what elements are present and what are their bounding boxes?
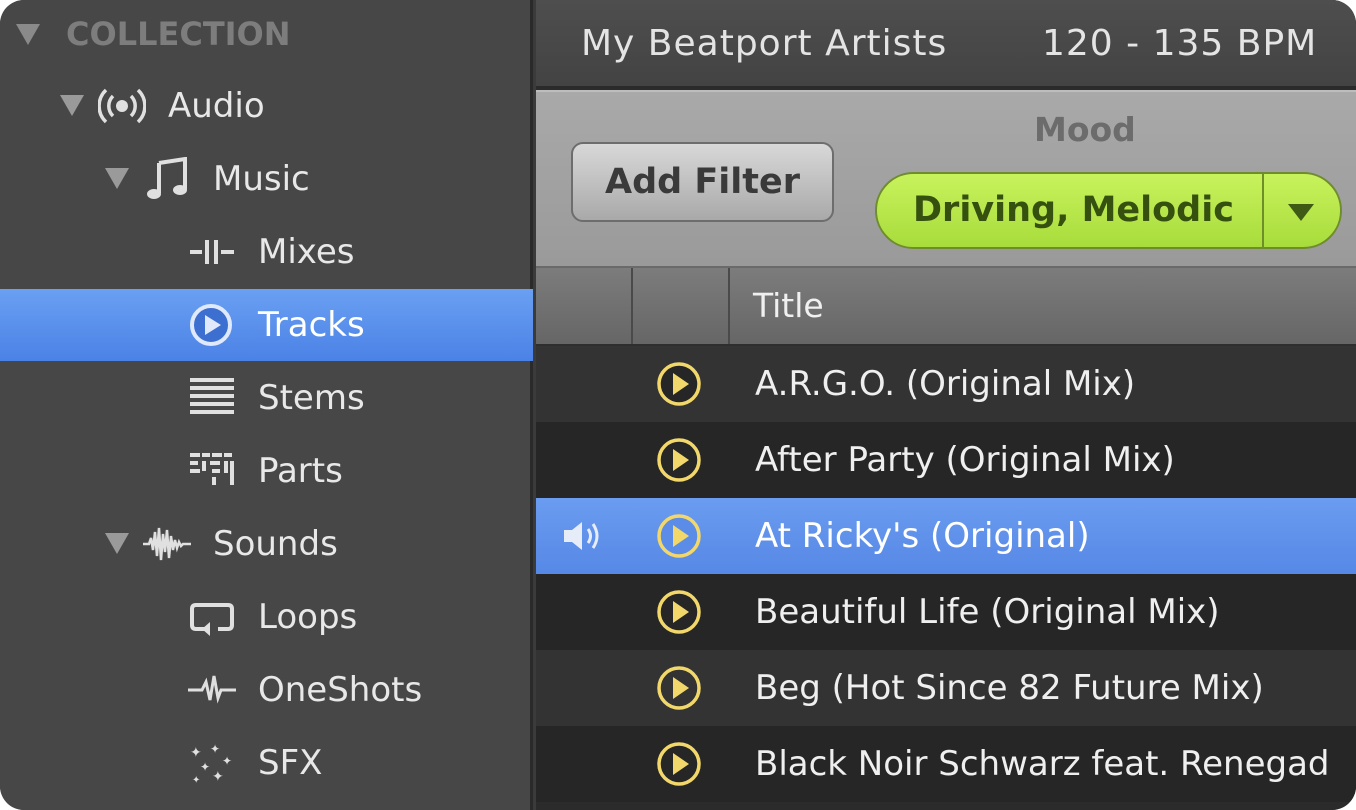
sidebar-item-label: Audio bbox=[168, 86, 265, 126]
column-separator[interactable] bbox=[631, 268, 633, 344]
disclosure-triangle-icon[interactable] bbox=[105, 533, 129, 554]
sidebar-item-label: Parts bbox=[258, 451, 343, 491]
sidebar-item-label: Music bbox=[213, 159, 310, 199]
collection-header[interactable]: COLLECTION bbox=[0, 0, 533, 68]
play-button-icon[interactable] bbox=[656, 513, 702, 559]
sidebar-item-loops[interactable]: Loops bbox=[0, 581, 533, 653]
sidebar: COLLECTION Audio Music Mixes Tracks Stem… bbox=[0, 0, 533, 810]
sidebar-item-parts[interactable]: Parts bbox=[0, 435, 533, 507]
sidebar-item-label: Sounds bbox=[213, 524, 338, 564]
sidebar-item-label: Loops bbox=[258, 597, 358, 637]
sidebar-item-sounds[interactable]: Sounds bbox=[0, 508, 533, 580]
app-window: COLLECTION Audio Music Mixes Tracks Stem… bbox=[0, 0, 1356, 810]
parts-icon bbox=[188, 449, 236, 493]
filter-bar: Add Filter Mood Driving, Melodic bbox=[536, 90, 1356, 268]
main-pane: My Beatport Artists 120 - 135 BPM Add Fi… bbox=[536, 0, 1356, 810]
mixes-icon bbox=[188, 230, 236, 274]
sidebar-item-mixes[interactable]: Mixes bbox=[0, 216, 533, 288]
sidebar-item-label: Stems bbox=[258, 378, 365, 418]
table-row[interactable]: Beautiful Life (Original Mix) bbox=[536, 574, 1356, 650]
sidebar-item-label: Tracks bbox=[258, 305, 365, 345]
table-row[interactable]: Black Noir Schwarz feat. Renegad bbox=[536, 726, 1356, 802]
sidebar-item-audio[interactable]: Audio bbox=[0, 70, 533, 142]
sidebar-item-oneshots[interactable]: OneShots bbox=[0, 654, 533, 726]
table-row[interactable]: After Party (Original Mix) bbox=[536, 422, 1356, 498]
table-row-playing[interactable]: At Ricky's (Original) bbox=[536, 498, 1356, 574]
track-title: After Party (Original Mix) bbox=[755, 440, 1175, 480]
svg-text:✦: ✦ bbox=[210, 742, 220, 756]
loop-icon bbox=[188, 595, 236, 639]
play-button-icon[interactable] bbox=[656, 665, 702, 711]
play-button-icon[interactable] bbox=[656, 437, 702, 483]
sidebar-item-label: Mixes bbox=[258, 232, 355, 272]
sidebar-item-label: SFX bbox=[258, 743, 323, 783]
disclosure-triangle-icon[interactable] bbox=[105, 168, 129, 189]
sidebar-item-tracks[interactable]: Tracks bbox=[0, 289, 533, 361]
waveform-icon bbox=[143, 522, 191, 566]
sidebar-item-stems[interactable]: Stems bbox=[0, 362, 533, 434]
collection-header-label: COLLECTION bbox=[66, 15, 291, 53]
track-title: Black Noir Schwarz feat. Renegad bbox=[755, 744, 1330, 784]
broadcast-icon bbox=[98, 84, 146, 128]
sidebar-item-music[interactable]: Music bbox=[0, 143, 533, 215]
sidebar-item-label: OneShots bbox=[258, 670, 423, 710]
play-button-icon[interactable] bbox=[656, 741, 702, 787]
table-row[interactable]: Beg (Hot Since 82 Future Mix) bbox=[536, 650, 1356, 726]
add-filter-button[interactable]: Add Filter bbox=[571, 142, 834, 222]
svg-text:✦: ✦ bbox=[222, 754, 232, 768]
column-header-title[interactable]: Title bbox=[753, 268, 824, 344]
column-separator[interactable] bbox=[728, 268, 730, 344]
mood-filter-value: Driving, Melodic bbox=[913, 190, 1234, 230]
music-note-icon bbox=[143, 157, 191, 201]
mood-filter-label: Mood bbox=[1034, 110, 1136, 149]
svg-text:✦: ✦ bbox=[192, 775, 200, 785]
collection-name: My Beatport Artists bbox=[581, 23, 948, 64]
track-title: A.R.G.O. (Original Mix) bbox=[755, 364, 1136, 404]
sparkle-icon: ✦ ✦ ✦ ✦ ✦ ✦ bbox=[188, 741, 236, 785]
table-row[interactable]: A.R.G.O. (Original Mix) bbox=[536, 346, 1356, 422]
sidebar-item-sfx[interactable]: ✦ ✦ ✦ ✦ ✦ ✦ SFX bbox=[0, 727, 533, 799]
svg-text:✦: ✦ bbox=[212, 769, 224, 785]
disclosure-triangle-icon[interactable] bbox=[60, 95, 84, 116]
track-title: Beautiful Life (Original Mix) bbox=[755, 592, 1220, 632]
mood-filter-dropdown[interactable]: Driving, Melodic bbox=[875, 172, 1342, 249]
chevron-down-icon[interactable] bbox=[1288, 204, 1314, 221]
play-button-icon[interactable] bbox=[656, 361, 702, 407]
svg-text:✦: ✦ bbox=[200, 760, 210, 774]
svg-text:✦: ✦ bbox=[190, 745, 202, 761]
dropdown-divider bbox=[1262, 174, 1264, 247]
play-button-icon[interactable] bbox=[656, 589, 702, 635]
track-table-header: Title bbox=[536, 268, 1356, 346]
bpm-range: 120 - 135 BPM bbox=[1042, 23, 1318, 64]
disclosure-triangle-icon[interactable] bbox=[16, 24, 40, 45]
track-title: Beg (Hot Since 82 Future Mix) bbox=[755, 668, 1264, 708]
speaker-icon bbox=[562, 518, 606, 554]
collection-titlebar: My Beatport Artists 120 - 135 BPM bbox=[536, 0, 1356, 88]
stems-icon bbox=[188, 376, 236, 420]
play-circle-icon bbox=[188, 303, 236, 347]
track-list: A.R.G.O. (Original Mix) After Party (Ori… bbox=[536, 346, 1356, 810]
oneshot-icon bbox=[188, 668, 236, 712]
track-title: At Ricky's (Original) bbox=[755, 516, 1090, 556]
